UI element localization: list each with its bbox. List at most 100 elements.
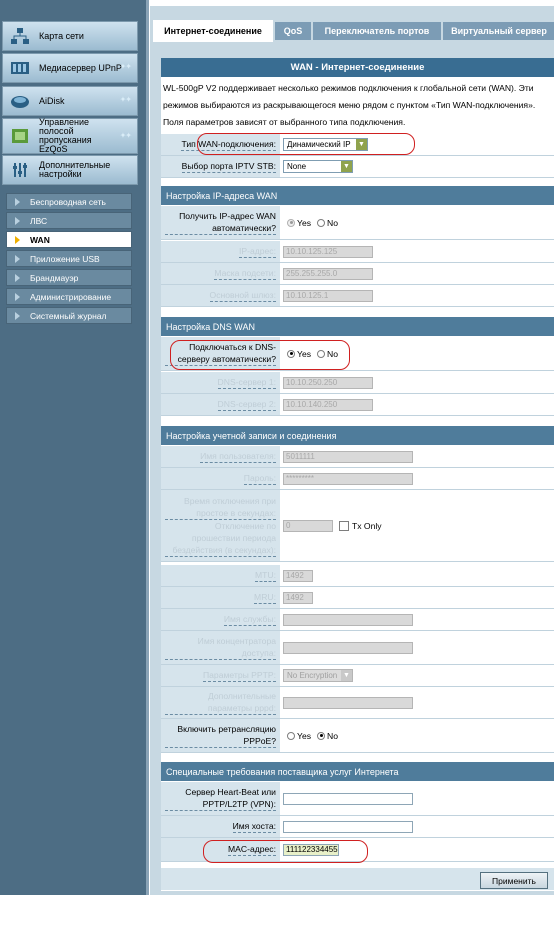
- tab-port-switch[interactable]: Переключатель портов: [312, 22, 441, 40]
- dns1-row: DNS-сервер 1: 10.10.250.250: [161, 372, 554, 394]
- hostname-row: Имя хоста:: [161, 816, 554, 838]
- sidebar-item-advanced-settings[interactable]: Дополнительные настройки: [2, 155, 138, 185]
- sidebar-item-label: Дополнительные настройки: [39, 160, 111, 179]
- stars-icon: ✦✦: [119, 131, 132, 140]
- auto-ip-yes-radio[interactable]: [287, 218, 295, 227]
- tab-bar: Интернет-соединение QoS Переключатель по…: [150, 6, 554, 42]
- page-description: WL-500gP V2 поддерживает несколько режим…: [163, 83, 536, 127]
- sidebar-subitem-label: Системный журнал: [30, 310, 107, 321]
- sidebar-item-label: Карта сети: [39, 30, 84, 41]
- concentrator-input[interactable]: [283, 641, 413, 654]
- media-server-icon: [9, 59, 31, 77]
- auto-ip-no-radio[interactable]: [317, 218, 326, 227]
- arrow-right-icon: [15, 273, 20, 282]
- sidebar-subitem-label: Брандмауэр: [30, 272, 79, 283]
- auto-ip-label: Получить IP-адрес WAN автоматически?: [161, 206, 280, 239]
- mru-input[interactable]: 1492: [283, 591, 313, 604]
- hostname-input[interactable]: [283, 820, 413, 833]
- radio-label: Yes: [297, 217, 312, 228]
- sidebar-subitem-usb[interactable]: Приложение USB: [6, 250, 132, 267]
- dns-section-header: Настройка DNS WAN: [161, 316, 554, 336]
- sidebar-item-aidisk[interactable]: AiDisk ✦✦: [2, 86, 138, 116]
- tab-qos[interactable]: QoS: [274, 22, 311, 40]
- advanced-settings-icon: [9, 161, 31, 179]
- iptv-select[interactable]: None ▼: [283, 160, 353, 173]
- password-label: Пароль:: [161, 468, 280, 489]
- concentrator-label: Имя концентратора доступа:: [161, 631, 280, 664]
- password-input[interactable]: *********: [283, 472, 413, 485]
- isp-section-header: Специальные требования поставщика услуг …: [161, 761, 554, 781]
- heartbeat-row: Сервер Heart-Beat или PPTP/L2TP (VPN):: [161, 782, 554, 816]
- dns2-label: DNS-сервер 2:: [161, 394, 280, 415]
- pppoe-relay-row: Включить ретрансляцию PPPoE? Yes No: [161, 719, 554, 753]
- subnet-mask-input[interactable]: 255.255.255.0: [283, 267, 373, 280]
- pptp-options-select[interactable]: No Encryption ▼: [283, 669, 353, 682]
- hostname-label: Имя хоста:: [161, 816, 280, 837]
- arrow-right-icon: [15, 292, 20, 301]
- tab-label: Виртуальный сервер: [451, 26, 547, 36]
- iptv-label: Выбор порта IPTV STB:: [161, 156, 280, 177]
- sidebar-subitem-label: Приложение USB: [30, 253, 100, 264]
- pptp-options-row: Параметры PPTP: No Encryption ▼: [161, 665, 554, 687]
- tab-internet-connection[interactable]: Интернет-соединение: [152, 20, 273, 42]
- sidebar-subitem-lan[interactable]: ЛВС: [6, 212, 132, 229]
- mru-row: MRU: 1492: [161, 587, 554, 609]
- tab-label: Переключатель портов: [324, 26, 430, 36]
- ezqos-icon: [9, 127, 31, 145]
- iptv-row: Выбор порта IPTV STB: None ▼: [161, 156, 554, 178]
- ip-address-label: IP-адрес:: [161, 241, 280, 262]
- ip-address-row: IP-адрес: 10.10.125.125: [161, 241, 554, 263]
- sidebar-subitem-label: Администрирование: [30, 291, 112, 302]
- sidebar-item-label: AiDisk: [39, 95, 65, 106]
- pppd-options-row: Дополнительные параметры pppd:: [161, 687, 554, 719]
- mtu-label: MTU:: [161, 565, 280, 586]
- pppoe-relay-label: Включить ретрансляцию PPPoE?: [161, 719, 280, 752]
- highlight-auto-dns: [170, 340, 350, 370]
- highlight-wan-type: [197, 133, 415, 155]
- gateway-input[interactable]: 10.10.125.1: [283, 289, 373, 302]
- idle-timeout-input[interactable]: 0: [283, 519, 333, 532]
- sidebar-subitem-syslog[interactable]: Системный журнал: [6, 307, 132, 324]
- pptp-options-label: Параметры PPTP:: [161, 665, 280, 686]
- tx-only-checkbox[interactable]: [339, 520, 349, 531]
- ip-address-input[interactable]: 10.10.125.125: [283, 245, 373, 258]
- subnet-mask-label: Маска подсети:: [161, 263, 280, 284]
- tab-virtual-server[interactable]: Виртуальный сервер: [442, 22, 554, 40]
- pppoe-relay-yes-radio[interactable]: [287, 731, 295, 740]
- heartbeat-input[interactable]: [283, 792, 413, 805]
- arrow-right-icon: [15, 235, 20, 244]
- sidebar-item-label: Управление полосой пропускания EzQoS: [39, 117, 92, 154]
- sidebar-subitem-firewall[interactable]: Брандмауэр: [6, 269, 132, 286]
- gateway-row: Основной шлюз: 10.10.125.1: [161, 285, 554, 307]
- apply-button[interactable]: Применить: [480, 872, 548, 889]
- dns1-input[interactable]: 10.10.250.250: [283, 376, 373, 389]
- mtu-input[interactable]: 1492: [283, 569, 313, 582]
- dns2-row: DNS-сервер 2: 10.10.140.250: [161, 394, 554, 416]
- sidebar-subitem-administration[interactable]: Администрирование: [6, 288, 132, 305]
- arrow-right-icon: [15, 254, 20, 263]
- sidebar-item-media-server[interactable]: Медиасервер UPnP ✦✦: [2, 53, 138, 83]
- sidebar-item-label: Медиасервер UPnP: [39, 62, 122, 73]
- service-name-label: Имя службы:: [161, 609, 280, 630]
- idle-timeout-row: Время отключения при простое в секундах:…: [161, 490, 554, 562]
- username-input[interactable]: 5011111: [283, 450, 413, 463]
- username-row: Имя пользователя: 5011111: [161, 446, 554, 468]
- pppoe-relay-no-radio[interactable]: [317, 731, 326, 740]
- sidebar-item-ezqos[interactable]: Управление полосой пропускания EzQoS ✦✦: [2, 118, 138, 154]
- account-section-header: Настройка учетной записи и соединения: [161, 425, 554, 445]
- radio-label: No: [327, 730, 339, 741]
- pppd-options-input[interactable]: [283, 696, 413, 709]
- page-bottom: [0, 895, 554, 938]
- arrow-right-icon: [15, 216, 20, 225]
- service-name-input[interactable]: [283, 613, 413, 626]
- sidebar-subitem-wan[interactable]: WAN: [6, 231, 132, 248]
- sidebar-subitem-wireless[interactable]: Беспроводная сеть: [6, 193, 132, 210]
- concentrator-row: Имя концентратора доступа:: [161, 631, 554, 665]
- sidebar-item-network-map[interactable]: Карта сети: [2, 21, 138, 51]
- service-name-row: Имя службы:: [161, 609, 554, 631]
- page-title: WAN - Интернет-соединение: [161, 58, 554, 77]
- sidebar: Карта сети Медиасервер UPnP ✦✦ AiDisk ✦✦…: [0, 0, 149, 895]
- mtu-row: MTU: 1492: [161, 565, 554, 587]
- username-label: Имя пользователя:: [161, 446, 280, 467]
- dns2-input[interactable]: 10.10.140.250: [283, 398, 373, 411]
